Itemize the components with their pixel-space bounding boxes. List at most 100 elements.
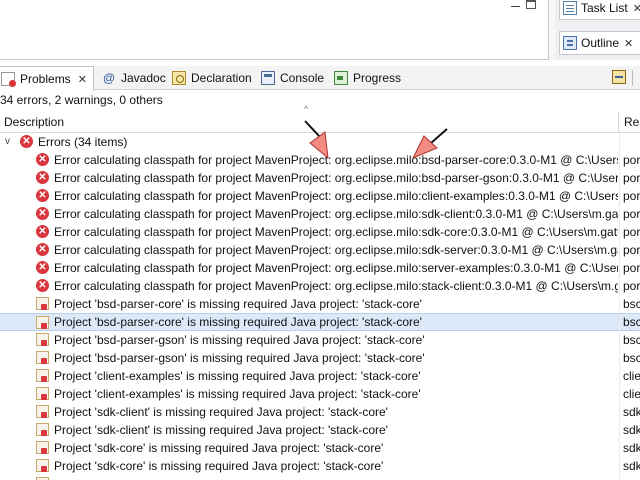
build-path-problem-icon [36, 297, 49, 310]
error-icon: ✕ [36, 207, 49, 220]
error-row[interactable]: ✕ Error calculating classpath for project… [0, 205, 640, 223]
error-icon: ✕ [36, 243, 49, 256]
error-row[interactable]: ✕ Error calculating classpath for project… [0, 241, 640, 259]
column-header-resource[interactable]: Res [620, 111, 640, 133]
column-separator [619, 314, 620, 332]
warning-row[interactable]: Project 'bsd-parser-gson' is missing req… [0, 349, 640, 367]
problem-resource: por [623, 225, 640, 239]
declaration-icon [172, 71, 186, 85]
problem-resource: sdk [623, 441, 640, 455]
column-header-description[interactable]: Description [0, 111, 619, 133]
table-header: Description Res [0, 111, 640, 133]
build-path-problem-icon [36, 459, 49, 472]
error-icon: ✕ [20, 135, 33, 148]
tab-declaration[interactable]: Declaration [172, 66, 252, 90]
editor-area: Task List ✕ Outline ✕ [0, 0, 640, 60]
build-path-problem-icon [36, 387, 49, 400]
tab-progress[interactable]: Progress [334, 66, 401, 90]
tab-javadoc-label: Javadoc [121, 71, 166, 85]
column-separator [619, 205, 620, 223]
error-row[interactable]: ✕ Error calculating classpath for project… [0, 223, 640, 241]
column-separator [619, 403, 620, 421]
problem-description: Project 'sdk-client' is missing required… [54, 423, 388, 437]
tab-task-list[interactable]: Task List ✕ [559, 0, 640, 20]
error-row[interactable]: ✕ Error calculating classpath for project… [0, 151, 640, 169]
tab-progress-label: Progress [353, 71, 402, 85]
tab-outline-label: Outline [581, 36, 620, 50]
warning-row[interactable]: Project 'bsd-parser-gson' is missing req… [0, 331, 640, 349]
column-separator [619, 367, 620, 385]
column-separator [619, 457, 620, 475]
problem-description: Project 'sdk-client' is missing required… [54, 405, 388, 419]
column-separator [619, 133, 620, 151]
minimize-icon[interactable] [509, 0, 523, 12]
error-icon: ✕ [36, 171, 49, 184]
problem-resource: sdk [623, 405, 640, 419]
warning-row[interactable]: Project 'sdk-core' is missing required J… [0, 439, 640, 457]
problems-icon [1, 72, 16, 87]
problem-description: Error calculating classpath for project … [54, 243, 618, 257]
warning-row[interactable]: Project 'sdk-core' is missing required J… [0, 457, 640, 475]
close-icon[interactable]: ✕ [78, 73, 87, 86]
problem-resource: bsc [623, 333, 640, 347]
problem-resource: sdk [623, 459, 640, 473]
warning-row[interactable]: Project 'bsd-parser-core' is missing req… [0, 295, 640, 313]
column-separator [619, 223, 620, 241]
build-path-problem-icon [36, 316, 49, 329]
problem-description: Project 'bsd-parser-gson' is missing req… [54, 333, 425, 347]
right-side-panels: Task List ✕ Outline ✕ [555, 0, 640, 60]
problem-resource: por [623, 207, 640, 221]
error-icon: ✕ [36, 189, 49, 202]
column-separator [619, 187, 620, 205]
tab-declaration-label: Declaration [191, 71, 252, 85]
problem-description: Error calculating classpath for project … [54, 171, 618, 185]
error-row[interactable]: ✕ Error calculating classpath for project… [0, 277, 640, 295]
problem-description: Project 'sdk-core' is missing required J… [54, 459, 384, 473]
warning-row[interactable]: Project 'sdk-client' is missing required… [0, 421, 640, 439]
problem-resource: por [623, 261, 640, 275]
column-separator [619, 151, 620, 169]
error-icon: ✕ [36, 225, 49, 238]
build-path-problem-icon [36, 351, 49, 364]
problem-resource: sdk [623, 423, 640, 437]
column-separator [619, 439, 620, 457]
group-row-errors[interactable]: v ✕ Errors (34 items) [0, 133, 640, 151]
error-row[interactable]: ✕ Error calculating classpath for project… [0, 187, 640, 205]
error-row[interactable]: ✕ Error calculating classpath for project… [0, 169, 640, 187]
problem-description: Project 'client-examples' is missing req… [54, 387, 421, 401]
group-label: Errors (34 items) [38, 135, 128, 149]
warning-row[interactable]: Project 'client-examples' is missing req… [0, 367, 640, 385]
problem-description: Error calculating classpath for project … [54, 207, 618, 221]
tab-javadoc[interactable]: @ Javadoc [102, 66, 166, 90]
tab-console[interactable]: Console [261, 66, 324, 90]
warning-row[interactable] [0, 475, 640, 480]
problem-resource: bsc [623, 315, 640, 329]
column-separator [619, 331, 620, 349]
warning-row[interactable]: Project 'client-examples' is missing req… [0, 385, 640, 403]
filter-icon[interactable] [612, 70, 626, 84]
tab-problems-label: Problems [20, 72, 71, 86]
problem-description: Error calculating classpath for project … [54, 261, 618, 275]
problem-description: Project 'bsd-parser-core' is missing req… [54, 297, 422, 311]
maximize-icon[interactable] [526, 0, 536, 9]
progress-icon [334, 71, 348, 85]
problem-description: Error calculating classpath for project … [54, 279, 618, 293]
build-path-problem-icon [36, 423, 49, 436]
column-separator [619, 259, 620, 277]
problem-resource: por [623, 189, 640, 203]
tab-outline[interactable]: Outline ✕ [559, 31, 640, 55]
warning-row[interactable]: Project 'bsd-parser-core' is missing req… [0, 313, 640, 332]
toolbar-separator [632, 70, 633, 86]
tab-problems[interactable]: Problems ✕ [0, 66, 94, 91]
close-icon[interactable]: ✕ [624, 37, 633, 50]
close-icon[interactable]: ✕ [633, 2, 640, 15]
column-separator [619, 385, 620, 403]
problem-resource: clie [623, 387, 640, 401]
problems-summary: 34 errors, 2 warnings, 0 others [0, 93, 163, 107]
warning-row[interactable]: Project 'sdk-client' is missing required… [0, 403, 640, 421]
expand-twisty-icon[interactable]: v [5, 133, 10, 151]
build-path-problem-icon [36, 369, 49, 382]
build-path-problem-icon [36, 405, 49, 418]
error-row[interactable]: ✕ Error calculating classpath for project… [0, 259, 640, 277]
view-tab-bar: Problems ✕ @ Javadoc Declaration Console… [0, 66, 640, 91]
